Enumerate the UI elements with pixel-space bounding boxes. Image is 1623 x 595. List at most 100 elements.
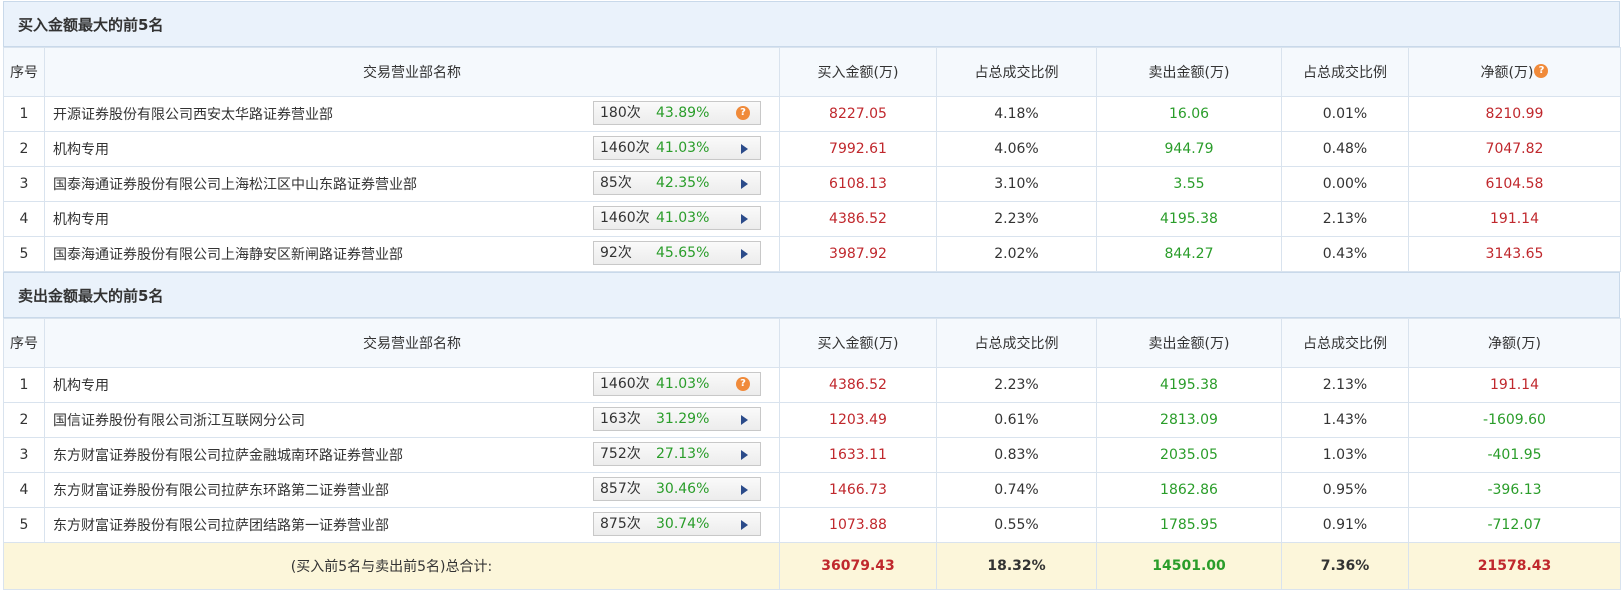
broker-stats-button[interactable]: 1460次 41.03% [593,206,761,230]
buy-ratio: 0.74% [936,472,1097,508]
play-arrow-icon[interactable] [741,485,748,495]
trade-count: 163次 [600,411,641,427]
sell-table: 序号 交易营业部名称 买入金额(万) 占总成交比例 卖出金额(万) 占总成交比例… [3,318,1621,590]
broker-stats-button[interactable]: 180次 43.89%? [593,101,761,125]
row-index: 2 [3,402,45,438]
broker-name[interactable]: 机构专用 [53,375,109,395]
row-index: 5 [3,507,45,543]
broker-name[interactable]: 东方财富证券股份有限公司拉萨团结路第一证券营业部 [53,515,389,535]
broker-cell: 国信证券股份有限公司浙江互联网分公司 163次 31.29% [44,402,780,438]
sell-ratio: 1.43% [1281,402,1409,438]
buy-amount: 3987.92 [779,236,937,272]
play-arrow-icon[interactable] [741,415,748,425]
broker-cell: 东方财富证券股份有限公司拉萨东环路第二证券营业部 857次 30.46% [44,472,780,508]
col-buy-ratio: 占总成交比例 [936,318,1097,368]
buy-ratio: 3.10% [936,166,1097,202]
broker-name[interactable]: 机构专用 [53,209,109,229]
buy-amount: 8227.05 [779,96,937,132]
sell-amount: 16.06 [1096,96,1282,132]
net-amount: -712.07 [1408,507,1621,543]
row-index: 1 [3,367,45,403]
col-index: 序号 [3,318,45,368]
broker-cell: 机构专用 1460次 41.03% [44,201,780,237]
col-sell-amount: 卖出金额(万) [1096,47,1282,97]
broker-stats-button[interactable]: 752次 27.13% [593,442,761,466]
col-net-amount: 净额(万)? [1408,47,1621,97]
play-arrow-icon[interactable] [741,214,748,224]
col-broker-name: 交易营业部名称 [44,47,780,97]
total-net: 21578.43 [1408,542,1621,590]
row-index: 5 [3,236,45,272]
trade-count: 92次 [600,245,632,261]
sell-ratio: 0.00% [1281,166,1409,202]
total-sell-pct: 7.36% [1281,542,1409,590]
buy-ratio: 2.23% [936,367,1097,403]
trade-count: 180次 [600,105,641,121]
total-label: (买入前5名与卖出前5名)总合计: [3,542,780,590]
broker-stats-button[interactable]: 875次 30.74% [593,512,761,536]
buy-header-row: 序号 交易营业部名称 买入金额(万) 占总成交比例 卖出金额(万) 占总成交比例… [3,47,1621,97]
broker-stats-button[interactable]: 85次 42.35% [593,171,761,195]
question-icon[interactable]: ? [736,377,750,391]
win-rate: 30.74% [656,516,710,532]
sell-ratio: 2.13% [1281,367,1409,403]
col-sell-ratio: 占总成交比例 [1281,318,1409,368]
col-buy-amount: 买入金额(万) [779,47,937,97]
table-row: 1 开源证券股份有限公司西安太华路证券营业部 180次 43.89%? 8227.05 4… [3,96,1621,132]
help-icon[interactable]: ? [1534,64,1549,78]
sell-header-row: 序号 交易营业部名称 买入金额(万) 占总成交比例 卖出金额(万) 占总成交比例… [3,318,1621,368]
win-rate: 43.89% [656,105,710,121]
lhb-tables: 买入金额最大的前5名 序号 交易营业部名称 买入金额(万) 占总成交比例 卖出金… [3,1,1621,590]
broker-cell: 机构专用 1460次 41.03% [44,131,780,167]
trade-count: 752次 [600,446,641,462]
broker-stats-button[interactable]: 92次 45.65% [593,241,761,265]
play-arrow-icon[interactable] [741,179,748,189]
play-arrow-icon[interactable] [741,520,748,530]
broker-name[interactable]: 国泰海通证券股份有限公司上海松江区中山东路证券营业部 [53,174,417,194]
row-index: 3 [3,437,45,473]
sell-ratio: 0.43% [1281,236,1409,272]
sell-amount: 1862.86 [1096,472,1282,508]
broker-name[interactable]: 国泰海通证券股份有限公司上海静安区新闸路证券营业部 [53,244,403,264]
net-amount: 191.14 [1408,367,1621,403]
net-amount: 7047.82 [1408,131,1621,167]
net-amount: 3143.65 [1408,236,1621,272]
trade-count: 1460次 [600,210,650,226]
buy-ratio: 4.06% [936,131,1097,167]
sell-ratio: 2.13% [1281,201,1409,237]
buy-amount: 1203.49 [779,402,937,438]
table-row: 5 国泰海通证券股份有限公司上海静安区新闸路证券营业部 92次 45.65% 3987.… [3,236,1621,272]
broker-cell: 机构专用 1460次 41.03%? [44,367,780,403]
broker-name[interactable]: 东方财富证券股份有限公司拉萨金融城南环路证券营业部 [53,445,403,465]
row-index: 1 [3,96,45,132]
broker-stats-button[interactable]: 857次 30.46% [593,477,761,501]
trade-count: 1460次 [600,140,650,156]
col-broker-name: 交易营业部名称 [44,318,780,368]
broker-stats-button[interactable]: 1460次 41.03% [593,136,761,160]
broker-stats-button[interactable]: 163次 31.29% [593,407,761,431]
buy-ratio: 0.55% [936,507,1097,543]
sell-ratio: 1.03% [1281,437,1409,473]
buy-ratio: 2.23% [936,201,1097,237]
sell-amount: 844.27 [1096,236,1282,272]
broker-name[interactable]: 开源证券股份有限公司西安太华路证券营业部 [53,104,333,124]
broker-cell: 开源证券股份有限公司西安太华路证券营业部 180次 43.89%? [44,96,780,132]
table-row: 1 机构专用 1460次 41.03%? 4386.52 2.23% 4195.38 2.13… [3,367,1621,403]
broker-name[interactable]: 机构专用 [53,139,109,159]
broker-name[interactable]: 东方财富证券股份有限公司拉萨东环路第二证券营业部 [53,480,389,500]
col-sell-ratio: 占总成交比例 [1281,47,1409,97]
row-index: 4 [3,201,45,237]
broker-stats-button[interactable]: 1460次 41.03%? [593,372,761,396]
play-arrow-icon[interactable] [741,450,748,460]
win-rate: 45.65% [656,245,710,261]
sell-amount: 944.79 [1096,131,1282,167]
buy-amount: 6108.13 [779,166,937,202]
net-amount: 8210.99 [1408,96,1621,132]
question-icon[interactable]: ? [736,106,750,120]
win-rate: 42.35% [656,175,710,191]
sell-amount: 3.55 [1096,166,1282,202]
broker-name[interactable]: 国信证券股份有限公司浙江互联网分公司 [53,410,305,430]
sell-amount: 4195.38 [1096,367,1282,403]
play-arrow-icon[interactable] [741,144,748,154]
play-arrow-icon[interactable] [741,249,748,259]
